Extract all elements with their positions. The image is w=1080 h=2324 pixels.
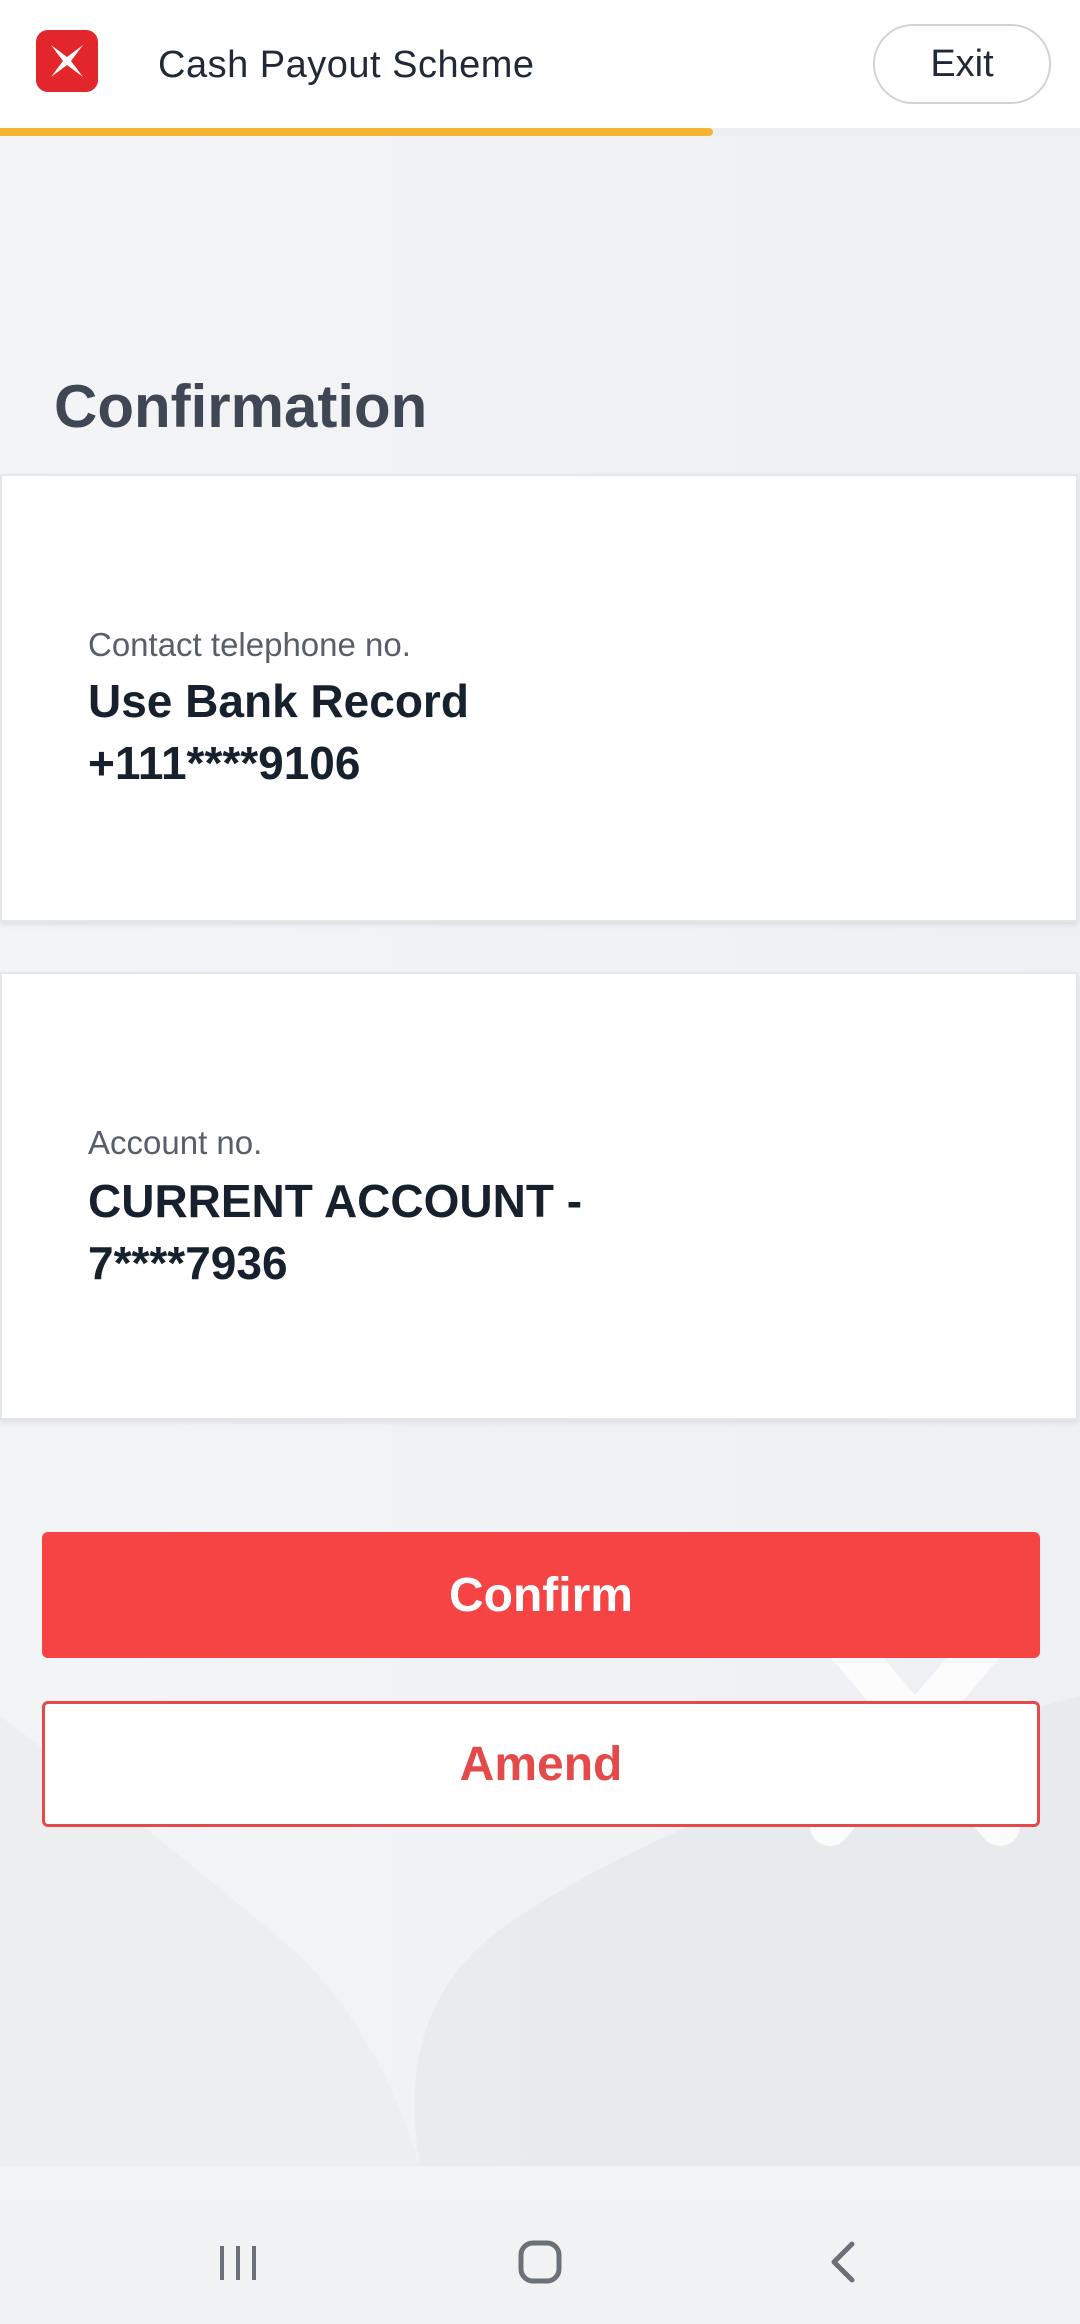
phone-label: Contact telephone no. — [88, 626, 411, 663]
home-icon[interactable] — [500, 2222, 580, 2302]
dbs-logo-icon — [32, 26, 102, 96]
amend-button[interactable]: Amend — [42, 1701, 1040, 1827]
recents-icon[interactable] — [198, 2222, 278, 2302]
app-header: Cash Payout Scheme Exit — [0, 0, 1080, 128]
account-value-type: CURRENT ACCOUNT - — [88, 1175, 583, 1227]
system-navigation-bar — [0, 2198, 1080, 2324]
confirm-button[interactable]: Confirm — [42, 1532, 1040, 1658]
phone-value-number: +111****9106 — [88, 737, 361, 789]
back-icon[interactable] — [804, 2222, 884, 2302]
account-label: Account no. — [88, 1124, 263, 1161]
progress-bar — [0, 128, 1080, 136]
page-title: Confirmation — [54, 373, 428, 440]
account-detail-card: Account no. CURRENT ACCOUNT - 7****7936 — [0, 972, 1078, 1420]
progress-bar-fill — [0, 128, 713, 136]
phone-value-source: Use Bank Record — [88, 675, 469, 727]
app-title: Cash Payout Scheme — [158, 44, 535, 86]
account-value-number: 7****7936 — [88, 1237, 288, 1289]
exit-button[interactable]: Exit — [873, 24, 1051, 104]
phone-detail-card: Contact telephone no. Use Bank Record +1… — [0, 474, 1078, 922]
